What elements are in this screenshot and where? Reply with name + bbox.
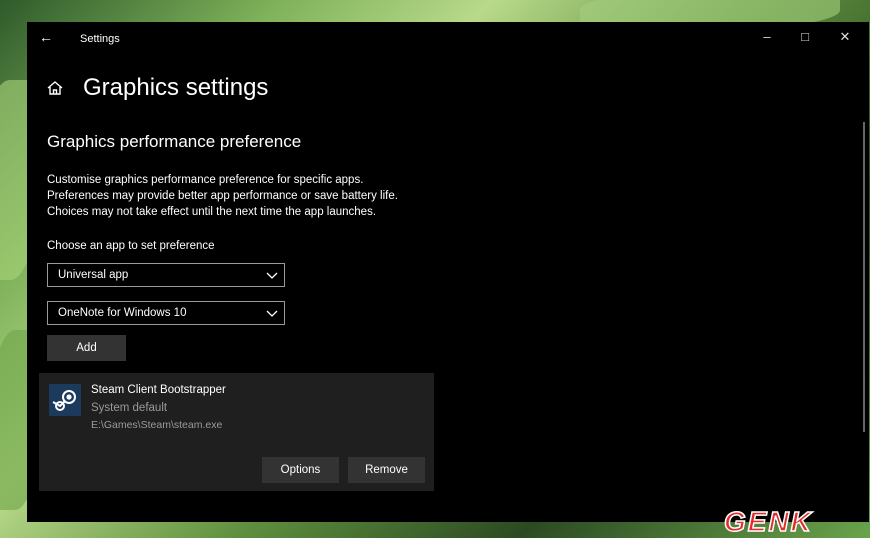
chevron-down-icon — [266, 310, 278, 317]
description: Customise graphics performance preferenc… — [47, 172, 467, 220]
title-bar: ← Settings – □ ✕ — [27, 22, 869, 54]
scrollbar[interactable] — [863, 122, 865, 432]
app-path: E:\Games\Steam\steam.exe — [91, 419, 223, 431]
choose-app-label: Choose an app to set preference — [47, 240, 215, 252]
genk-logo: GENK — [723, 506, 813, 536]
app-list-item[interactable]: Steam Client Bootstrapper System default… — [39, 373, 434, 491]
settings-window: ← Settings – □ ✕ Graphics settings Graph… — [27, 22, 869, 522]
window-title: Settings — [80, 33, 120, 45]
app-value: OneNote for Windows 10 — [58, 307, 187, 319]
section-title: Graphics performance preference — [47, 132, 302, 151]
home-icon[interactable] — [46, 79, 64, 97]
app-type-value: Universal app — [58, 269, 129, 281]
app-name: Steam Client Bootstrapper — [91, 384, 226, 396]
app-type-dropdown[interactable]: Universal app — [47, 263, 285, 287]
page-title: Graphics settings — [83, 74, 269, 101]
add-button[interactable]: Add — [47, 335, 126, 361]
maximize-icon[interactable]: □ — [795, 29, 815, 44]
minimize-icon[interactable]: – — [757, 29, 777, 44]
app-dropdown[interactable]: OneNote for Windows 10 — [47, 301, 285, 325]
close-icon[interactable]: ✕ — [835, 29, 855, 45]
options-button[interactable]: Options — [262, 457, 339, 483]
chevron-down-icon — [266, 272, 278, 279]
svg-text:GENK: GENK — [724, 506, 813, 536]
app-preference: System default — [91, 402, 168, 414]
description-line: Customise graphics performance preferenc… — [47, 174, 364, 186]
description-line: Preferences may provide better app perfo… — [47, 190, 398, 202]
description-line: Choices may not take effect until the ne… — [47, 206, 377, 218]
remove-button[interactable]: Remove — [348, 457, 425, 483]
back-arrow-icon[interactable]: ← — [39, 29, 53, 45]
steam-icon — [49, 384, 81, 416]
